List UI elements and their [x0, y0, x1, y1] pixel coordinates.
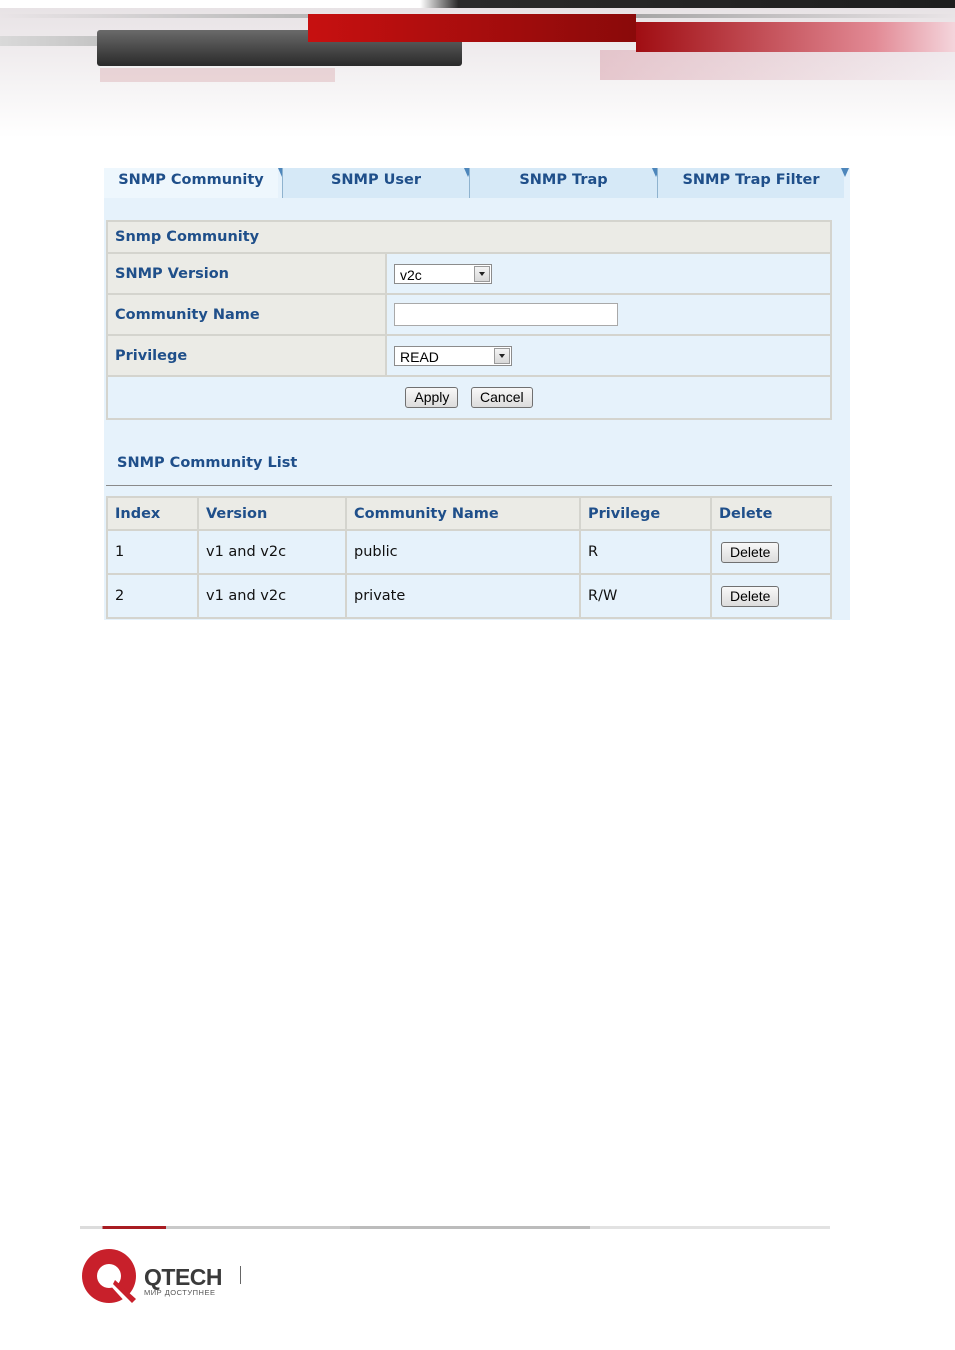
cell-community-name: private [345, 573, 581, 619]
tab-bar: SNMP Community SNMP User SNMP Trap SNMP … [104, 168, 850, 198]
cell-community-name: public [345, 529, 581, 575]
community-form: Snmp Community SNMP Version v2c Communit… [106, 220, 832, 420]
cell-delete: Delete [710, 529, 832, 575]
privilege-select-value: READ [400, 348, 439, 365]
tab-snmp-community[interactable]: SNMP Community [104, 168, 278, 198]
footer-divider [80, 1226, 830, 1229]
column-header-community-name: Community Name [345, 496, 581, 531]
cell-version: v1 and v2c [197, 573, 347, 619]
form-section-title: Snmp Community [106, 220, 832, 254]
footer-separator [240, 1266, 241, 1284]
cell-privilege: R [579, 529, 712, 575]
community-list-table: Index Version Community Name Privilege D… [106, 496, 832, 619]
cell-version: v1 and v2c [197, 529, 347, 575]
form-row-privilege: Privilege READ [106, 334, 832, 377]
delete-button[interactable]: Delete [721, 541, 780, 563]
cell-delete: Delete [710, 573, 832, 619]
form-actions-row: Apply Cancel [106, 375, 832, 420]
tab-label: SNMP Trap [519, 172, 608, 188]
tab-corner-icon [841, 168, 849, 177]
column-header-privilege: Privilege [579, 496, 712, 531]
form-row-community: Community Name [106, 293, 832, 336]
dropdown-arrow-icon[interactable] [474, 265, 490, 282]
qtech-logo-icon [82, 1249, 136, 1305]
table-row: 2 v1 and v2c private R/W Delete [106, 573, 832, 619]
version-cell: v2c [385, 252, 832, 295]
community-list-title: SNMP Community List [117, 455, 298, 471]
banner-stripe [308, 14, 636, 42]
community-name-label: Community Name [106, 293, 387, 336]
version-select-value: v2c [400, 266, 422, 283]
brand-tagline: МИР ДОСТУПНЕЕ [144, 1288, 216, 1297]
table-row: 1 v1 and v2c public R Delete [106, 529, 832, 575]
banner-stripe [100, 68, 335, 82]
tab-label: SNMP User [330, 172, 422, 188]
tab-snmp-trap-filter[interactable]: SNMP Trap Filter [657, 168, 844, 198]
privilege-cell: READ [385, 334, 832, 377]
tab-snmp-trap[interactable]: SNMP Trap [469, 168, 657, 198]
dropdown-arrow-icon[interactable] [494, 347, 510, 364]
snmp-config-panel: SNMP Community SNMP User SNMP Trap SNMP … [104, 168, 850, 620]
brand-name: QTECH [144, 1264, 223, 1290]
tab-label: SNMP Trap Filter [682, 172, 820, 188]
qtech-logo: QTECH МИР ДОСТУПНЕЕ [82, 1249, 252, 1305]
banner-stripe [636, 22, 955, 52]
form-actions-cell: Apply Cancel [106, 375, 832, 420]
community-name-input[interactable] [394, 303, 618, 326]
version-select[interactable]: v2c [394, 263, 492, 284]
banner-stripe [0, 0, 955, 8]
apply-button[interactable]: Apply [405, 387, 459, 408]
column-header-version: Version [197, 496, 347, 531]
header-banner [0, 0, 955, 150]
form-header-row: Snmp Community [106, 220, 832, 254]
cell-index: 2 [106, 573, 199, 619]
cancel-button[interactable]: Cancel [471, 387, 533, 408]
privilege-label: Privilege [106, 334, 387, 377]
community-name-cell [385, 293, 832, 336]
form-row-version: SNMP Version v2c [106, 252, 832, 295]
tab-label: SNMP Community [118, 172, 264, 188]
table-header-row: Index Version Community Name Privilege D… [106, 496, 832, 531]
cell-privilege: R/W [579, 573, 712, 619]
column-header-delete: Delete [710, 496, 832, 531]
privilege-select[interactable]: READ [394, 345, 512, 366]
column-header-index: Index [106, 496, 199, 531]
delete-button[interactable]: Delete [721, 585, 780, 607]
cell-index: 1 [106, 529, 199, 575]
tab-snmp-user[interactable]: SNMP User [282, 168, 469, 198]
list-divider [106, 485, 832, 486]
version-label: SNMP Version [106, 252, 387, 295]
banner-stripe [600, 50, 955, 80]
